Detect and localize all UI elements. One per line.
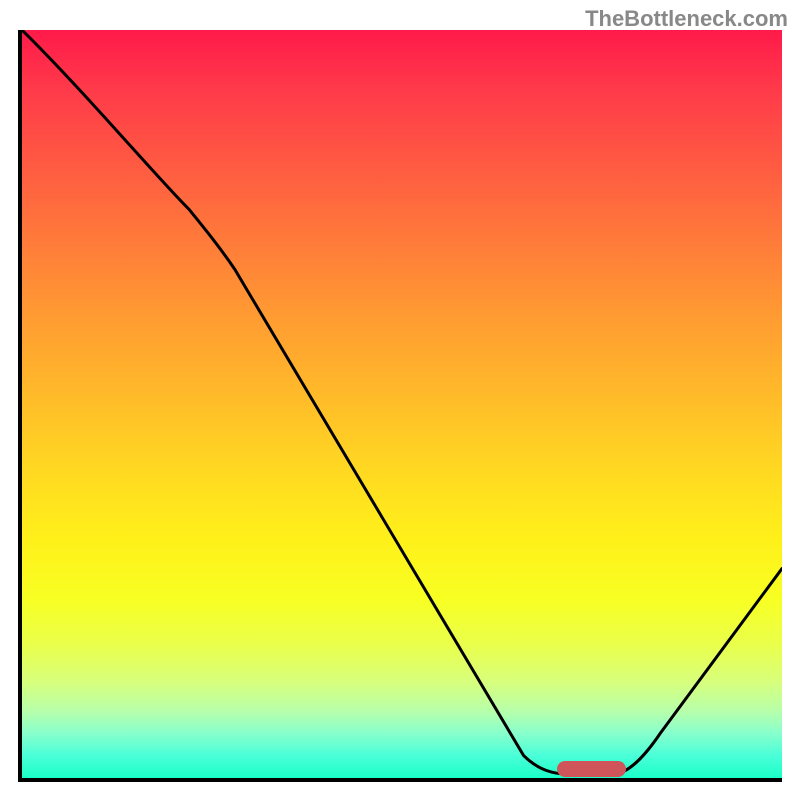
chart-optimal-marker bbox=[557, 761, 626, 777]
chart-curve-line bbox=[22, 30, 782, 774]
watermark-text: TheBottleneck.com bbox=[585, 6, 788, 32]
chart-plot-area bbox=[18, 30, 782, 782]
chart-curve-svg bbox=[22, 30, 782, 778]
